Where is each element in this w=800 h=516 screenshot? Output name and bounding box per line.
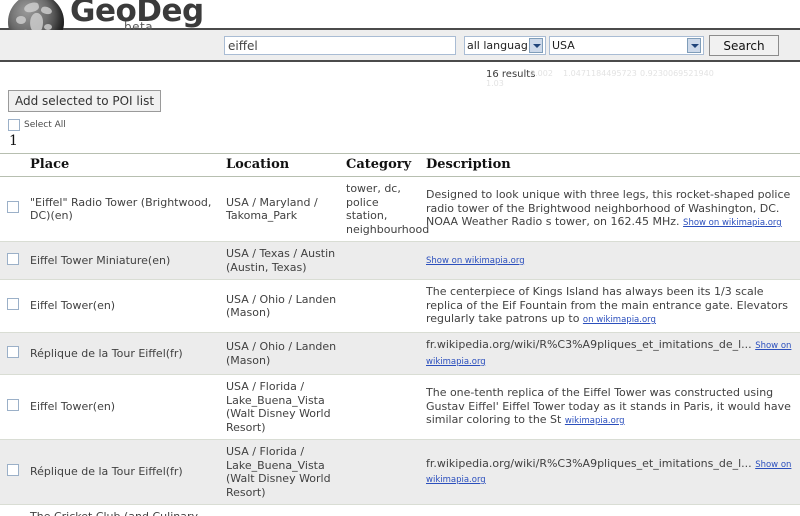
results-table: Place Location Category Description "Eif… <box>0 153 800 516</box>
cell-place[interactable]: Eiffel Tower(en) <box>26 279 222 333</box>
row-checkbox-cell[interactable] <box>0 439 26 505</box>
cell-location: USA / Maryland / Takoma_Park <box>222 176 342 242</box>
header-logo-band: GeoDeg beta <box>0 0 800 50</box>
row-checkbox[interactable] <box>7 298 19 311</box>
country-select-value: USA <box>552 39 575 52</box>
debug-timing-4: 1.03 <box>486 79 504 88</box>
cell-category <box>342 241 422 280</box>
cell-description: Show on wikimapia.org <box>422 241 800 280</box>
row-checkbox[interactable] <box>7 201 19 214</box>
column-header-place: Place <box>26 153 222 177</box>
cell-category <box>342 279 422 333</box>
cell-place[interactable]: Eiffel Tower Miniature(en) <box>26 241 222 280</box>
cell-description: fr.wikipedia.org/wiki/R%C3%A9pliques_et_… <box>422 439 800 505</box>
cell-location: USA / Louisiana / Gretna (New Orleans, L… <box>222 504 342 516</box>
language-select[interactable]: all languages <box>464 36 546 55</box>
show-on-wikimapia-link[interactable]: on wikimapia.org <box>583 315 656 325</box>
chevron-down-icon <box>687 38 701 53</box>
row-checkbox[interactable] <box>7 252 19 265</box>
pagination-page-1[interactable]: 1 <box>9 133 800 149</box>
cell-place[interactable]: "Eiffel" Radio Tower (Brightwood, DC)(en… <box>26 176 222 242</box>
country-select[interactable]: USA <box>549 36 704 55</box>
description-wrapper: Show on wikimapia.org <box>426 253 796 269</box>
column-header-location: Location <box>222 153 342 177</box>
debug-timing-2: 1.0471184495723 <box>563 69 637 78</box>
cell-description: Designed to look unique with three legs,… <box>422 176 800 242</box>
table-header-row: Place Location Category Description <box>0 153 800 177</box>
row-checkbox-cell[interactable] <box>0 504 26 516</box>
cell-category <box>342 332 422 375</box>
cell-category: tower, dc, police station, neighbourhood <box>342 176 429 242</box>
row-checkbox-cell[interactable] <box>0 241 26 280</box>
show-on-wikimapia-link[interactable]: Show on wikimapia.org <box>426 256 525 266</box>
description-wrapper: Designed to look unique with three legs,… <box>426 188 796 230</box>
column-header-checkbox <box>0 153 26 177</box>
cell-description: The one-tenth replica of the Eiffel Towe… <box>422 374 800 440</box>
cell-category <box>342 374 422 440</box>
cell-place[interactable]: Eiffel Tower(en) <box>26 374 222 440</box>
cell-location: USA / Florida / Lake_Buena_Vista (Walt D… <box>222 439 342 505</box>
row-checkbox[interactable] <box>7 345 19 358</box>
table-row[interactable]: Réplique de la Tour Eiffel(fr) USA / Ohio… <box>0 332 800 375</box>
cell-location: USA / Ohio / Landen (Mason) <box>222 279 342 333</box>
cell-location: USA / Ohio / Landen (Mason) <box>222 332 342 375</box>
column-header-category: Category <box>342 153 422 177</box>
search-button[interactable]: Search <box>709 35 779 56</box>
cell-place[interactable]: Réplique de la Tour Eiffel(fr) <box>26 439 222 505</box>
search-input[interactable] <box>224 36 456 55</box>
language-select-value: all languages <box>467 39 527 52</box>
cell-description: The centerpiece of Kings Island has alwa… <box>422 279 800 333</box>
results-toolbar: Add selected to POI list Select All 1 <box>0 90 800 149</box>
table-row[interactable]: Réplique de la Tour Eiffel(fr) USA / Flor… <box>0 439 800 505</box>
results-meta: 16 results 0.002 1.0471184495723 0.92300… <box>0 62 800 90</box>
row-checkbox[interactable] <box>7 464 19 477</box>
description-text: fr.wikipedia.org/wiki/R%C3%A9pliques_et_… <box>426 456 752 470</box>
select-all-row[interactable]: Select All <box>8 119 800 131</box>
results-table-wrapper: Place Location Category Description "Eif… <box>0 153 800 516</box>
debug-timing-3: 0.9230069521940 <box>640 69 714 78</box>
show-on-wikimapia-link[interactable]: wikimapia.org <box>565 416 625 426</box>
description-wrapper: fr.wikipedia.org/wiki/R%C3%A9pliques_et_… <box>426 457 796 488</box>
cell-location: USA / Texas / Austin (Austin, Texas) <box>222 241 342 280</box>
table-row[interactable]: Eiffel Tower(en) USA / Florida / Lake_Bue… <box>0 374 800 440</box>
cell-category <box>342 439 422 505</box>
table-row[interactable]: Eiffel Tower(en) USA / Ohio / Landen (Mas… <box>0 279 800 333</box>
cell-location: USA / Florida / Lake_Buena_Vista (Walt D… <box>222 374 342 440</box>
select-all-label: Select All <box>24 120 66 130</box>
cell-description: In the past, this building has changed n… <box>422 504 800 516</box>
cell-place[interactable]: Réplique de la Tour Eiffel(fr) <box>26 332 222 375</box>
cell-place[interactable]: The Cricket Club (and Culinary Institute… <box>26 504 222 516</box>
row-checkbox-cell[interactable] <box>0 279 26 333</box>
description-wrapper: The centerpiece of Kings Island has alwa… <box>426 285 796 327</box>
row-checkbox[interactable] <box>7 399 19 412</box>
add-selected-to-poi-button[interactable]: Add selected to POI list <box>8 90 162 112</box>
column-header-description: Description <box>422 153 800 177</box>
cell-description: fr.wikipedia.org/wiki/R%C3%A9pliques_et_… <box>422 332 800 375</box>
search-bar: all languages USA Search <box>0 30 800 62</box>
show-on-wikimapia-link[interactable]: Show on wikimapia.org <box>683 218 782 228</box>
description-wrapper: fr.wikipedia.org/wiki/R%C3%A9pliques_et_… <box>426 338 796 369</box>
row-checkbox-cell[interactable] <box>0 374 26 440</box>
cell-category <box>342 504 422 516</box>
select-all-checkbox[interactable] <box>8 119 20 131</box>
description-text: fr.wikipedia.org/wiki/R%C3%A9pliques_et_… <box>426 338 752 351</box>
table-row[interactable]: Eiffel Tower Miniature(en) USA / Texas / … <box>0 241 800 280</box>
row-checkbox-cell[interactable] <box>0 176 26 242</box>
row-checkbox-cell[interactable] <box>0 332 26 375</box>
chevron-down-icon <box>529 38 543 53</box>
table-row[interactable]: The Cricket Club (and Culinary Institute… <box>0 504 800 516</box>
table-row[interactable]: "Eiffel" Radio Tower (Brightwood, DC)(en… <box>0 176 800 242</box>
debug-timing-1: 0.002 <box>530 69 553 78</box>
description-wrapper: The one-tenth replica of the Eiffel Towe… <box>426 386 796 428</box>
